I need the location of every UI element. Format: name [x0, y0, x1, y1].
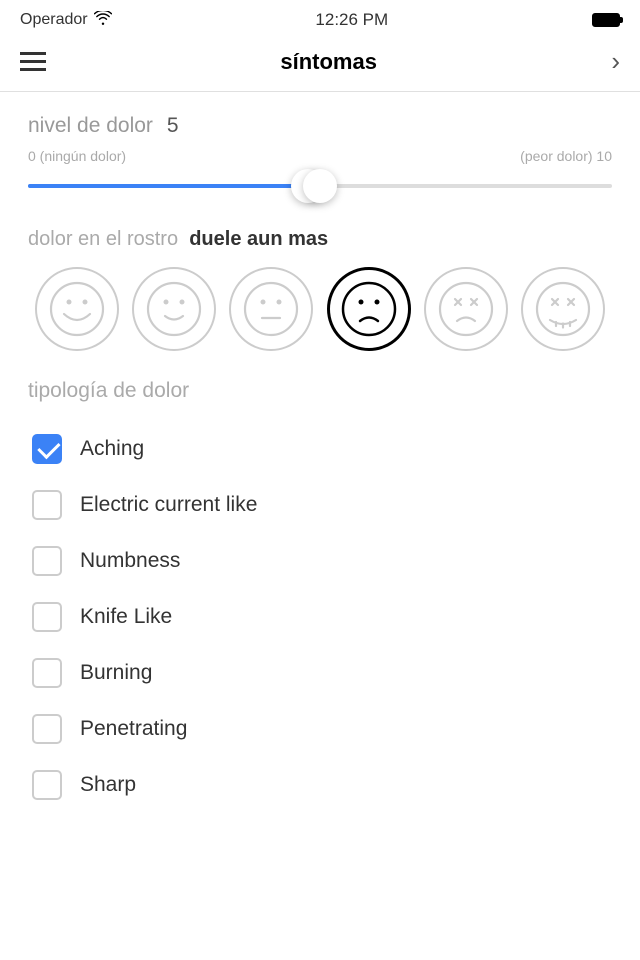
carrier-label: Operador [20, 11, 88, 29]
status-time: 12:26 PM [315, 10, 388, 30]
checkbox-label-penetrating: Penetrating [80, 717, 187, 741]
page-title: síntomas [280, 49, 377, 75]
checkbox-burning[interactable] [32, 658, 62, 688]
checkbox-numbness[interactable] [32, 546, 62, 576]
checkbox-item-aching[interactable]: Aching [28, 421, 612, 477]
face-row [28, 267, 612, 351]
status-carrier-wifi: Operador [20, 11, 112, 30]
pain-level-value: 5 [167, 114, 179, 138]
face-3-sad[interactable] [327, 267, 411, 351]
checkbox-label-aching: Aching [80, 437, 144, 461]
face-section: dolor en el rostro duele aun mas [28, 228, 612, 351]
checkbox-item-electric[interactable]: Electric current like [28, 477, 612, 533]
checkbox-item-numbness[interactable]: Numbness [28, 533, 612, 589]
checkbox-aching[interactable] [32, 434, 62, 464]
checkbox-label-burning: Burning [80, 661, 152, 685]
checkbox-electric[interactable] [32, 490, 62, 520]
face-4-very-sad[interactable] [424, 267, 508, 351]
wifi-icon [94, 11, 112, 30]
pain-level-label: nivel de dolor [28, 114, 153, 138]
checkbox-label-electric: Electric current like [80, 493, 257, 517]
slider-labels: 0 (ningún dolor) (peor dolor) 10 [28, 148, 612, 164]
pain-slider-container [28, 168, 612, 204]
pain-slider[interactable] [28, 184, 612, 188]
next-button[interactable]: › [611, 46, 620, 77]
slider-max-label: (peor dolor) 10 [520, 148, 612, 164]
checkbox-item-sharp[interactable]: Sharp [28, 757, 612, 813]
face-label-bold: duele aun mas [189, 228, 328, 250]
slider-min-label: 0 (ningún dolor) [28, 148, 126, 164]
battery-icon [592, 13, 620, 27]
face-label-gray: dolor en el rostro [28, 228, 178, 250]
checkbox-item-burning[interactable]: Burning [28, 645, 612, 701]
checkbox-item-knife[interactable]: Knife Like [28, 589, 612, 645]
menu-button[interactable] [20, 52, 46, 71]
face-1-happy-small[interactable] [132, 267, 216, 351]
checkbox-penetrating[interactable] [32, 714, 62, 744]
face-5-worst[interactable] [521, 267, 605, 351]
checkbox-knife[interactable] [32, 602, 62, 632]
checkbox-sharp[interactable] [32, 770, 62, 800]
checkbox-label-knife: Knife Like [80, 605, 172, 629]
status-bar: Operador 12:26 PM [0, 0, 640, 36]
main-content: nivel de dolor 5 0 (ningún dolor) (peor … [0, 92, 640, 835]
face-section-label: dolor en el rostro duele aun mas [28, 228, 612, 251]
tipologia-label: tipología de dolor [28, 379, 612, 403]
pain-level-row: nivel de dolor 5 [28, 114, 612, 138]
header: síntomas › [0, 36, 640, 92]
status-battery [592, 13, 620, 27]
checkbox-item-penetrating[interactable]: Penetrating [28, 701, 612, 757]
face-2-neutral[interactable] [229, 267, 313, 351]
checkbox-label-numbness: Numbness [80, 549, 180, 573]
tipologia-section: tipología de dolor Aching Electric curre… [28, 379, 612, 813]
face-0-happy-big[interactable] [35, 267, 119, 351]
checkbox-list: Aching Electric current like Numbness Kn… [28, 421, 612, 813]
checkbox-label-sharp: Sharp [80, 773, 136, 797]
